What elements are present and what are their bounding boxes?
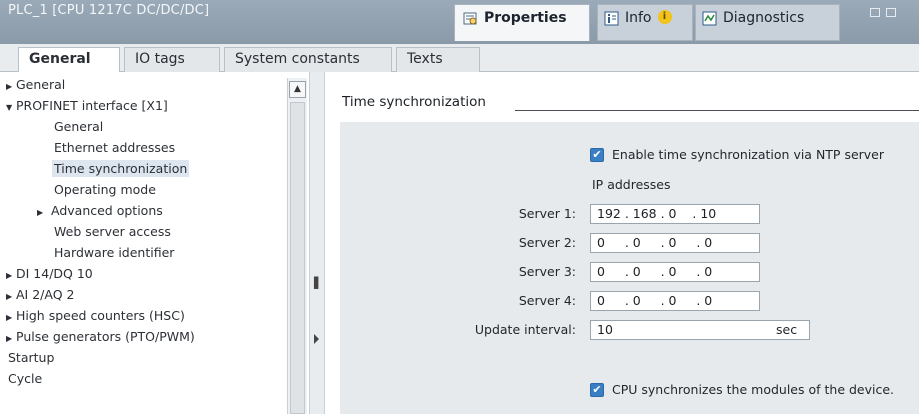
- ip-addresses-heading: IP addresses: [592, 177, 671, 192]
- server-1-label: Server 1:: [518, 206, 576, 221]
- tree-item-profinet-interface[interactable]: ▼ PROFINET interface [X1]: [6, 95, 168, 117]
- tree-item-di-dq[interactable]: ▶ DI 14/DQ 10: [6, 263, 93, 285]
- tree-item-profinet-general[interactable]: General: [54, 116, 103, 138]
- section-title: Time synchronization: [342, 94, 486, 110]
- tab-info-label: Info: [625, 10, 652, 26]
- tree-item-pulse-generators[interactable]: ▶ Pulse generators (PTO/PWM): [6, 326, 195, 348]
- tab-diagnostics[interactable]: Diagnostics: [695, 4, 840, 41]
- tree-item-hardware-identifier[interactable]: Hardware identifier: [54, 242, 174, 264]
- window-controls: [870, 8, 916, 22]
- expand-arrow-icon[interactable]: ▶: [37, 202, 47, 224]
- tree-item-cycle[interactable]: Cycle: [8, 368, 42, 390]
- tab-io-tags[interactable]: IO tags: [124, 47, 220, 72]
- tree-scrollbar[interactable]: ▲: [287, 78, 307, 414]
- maximize-icon[interactable]: [886, 8, 896, 17]
- tab-general[interactable]: General: [18, 47, 120, 73]
- server-3-ip-input[interactable]: 0 . 0 . 0 . 0: [590, 262, 760, 282]
- tab-properties[interactable]: Properties: [454, 4, 590, 41]
- tree-item-ethernet-addresses[interactable]: Ethernet addresses: [54, 137, 175, 159]
- splitter-arrow-icon[interactable]: [314, 334, 319, 344]
- server-1-ip-input[interactable]: 192 . 168 . 0 . 10: [590, 204, 760, 224]
- server-4-ip-input[interactable]: 0 . 0 . 0 . 0: [590, 291, 760, 311]
- tab-info[interactable]: Info i: [597, 4, 693, 41]
- window-title: PLC_1 [CPU 1217C DC/DC/DC]: [8, 3, 210, 18]
- update-interval-unit: sec: [776, 322, 798, 337]
- tab-properties-label: Properties: [484, 10, 567, 26]
- tree-item-advanced-options[interactable]: ▶ Advanced options: [37, 200, 163, 222]
- scroll-up-icon[interactable]: ▲: [289, 81, 306, 98]
- enable-ntp-label: Enable time synchronization via NTP serv…: [612, 147, 885, 162]
- info-badge-icon: i: [657, 10, 672, 24]
- title-bar: PLC_1 [CPU 1217C DC/DC/DC] Properties In…: [0, 0, 919, 44]
- splitter-grip-icon[interactable]: ▪ ▪ ▪: [313, 275, 321, 292]
- tree-item-general[interactable]: ▶ General: [6, 74, 65, 96]
- cpu-sync-label: CPU synchronizes the modules of the devi…: [612, 382, 895, 397]
- tree-item-operating-mode[interactable]: Operating mode: [54, 179, 156, 201]
- tree-item-high-speed-counters[interactable]: ▶ High speed counters (HSC): [6, 305, 185, 327]
- properties-content: Time synchronization ✔ Enable time synch…: [326, 72, 919, 414]
- diagnostics-icon: [702, 11, 717, 26]
- tree-item-ai-aq[interactable]: ▶ AI 2/AQ 2: [6, 284, 74, 306]
- info-icon: [604, 11, 619, 26]
- time-sync-panel: ✔ Enable time synchronization via NTP se…: [340, 122, 919, 414]
- navigation-tree: ▶ General ▼ PROFINET interface [X1] Genera…: [0, 72, 300, 414]
- scrollbar-thumb[interactable]: [290, 102, 305, 414]
- server-4-label: Server 4:: [518, 293, 576, 308]
- cpu-sync-checkbox[interactable]: ✔: [590, 383, 604, 397]
- tree-item-time-synchronization[interactable]: Time synchronization: [52, 158, 190, 180]
- tree-item-web-server-access[interactable]: Web server access: [54, 221, 171, 243]
- tab-diagnostics-label: Diagnostics: [723, 10, 805, 26]
- enable-ntp-checkbox[interactable]: ✔: [590, 148, 604, 162]
- server-2-label: Server 2:: [518, 235, 576, 250]
- restore-icon[interactable]: [870, 8, 880, 17]
- tree-item-startup[interactable]: Startup: [8, 347, 54, 369]
- properties-icon: [463, 11, 478, 26]
- pane-splitter[interactable]: ▪ ▪ ▪: [309, 72, 325, 414]
- sub-tab-bar: General IO tags System constants Texts: [0, 44, 919, 73]
- update-interval-label: Update interval:: [474, 322, 576, 337]
- tab-system-constants[interactable]: System constants: [224, 47, 392, 72]
- collapse-arrow-icon[interactable]: ▼: [6, 97, 16, 119]
- server-2-ip-input[interactable]: 0 . 0 . 0 . 0: [590, 233, 760, 253]
- server-3-label: Server 3:: [518, 264, 576, 279]
- section-divider: [515, 110, 919, 111]
- tab-texts[interactable]: Texts: [396, 47, 480, 72]
